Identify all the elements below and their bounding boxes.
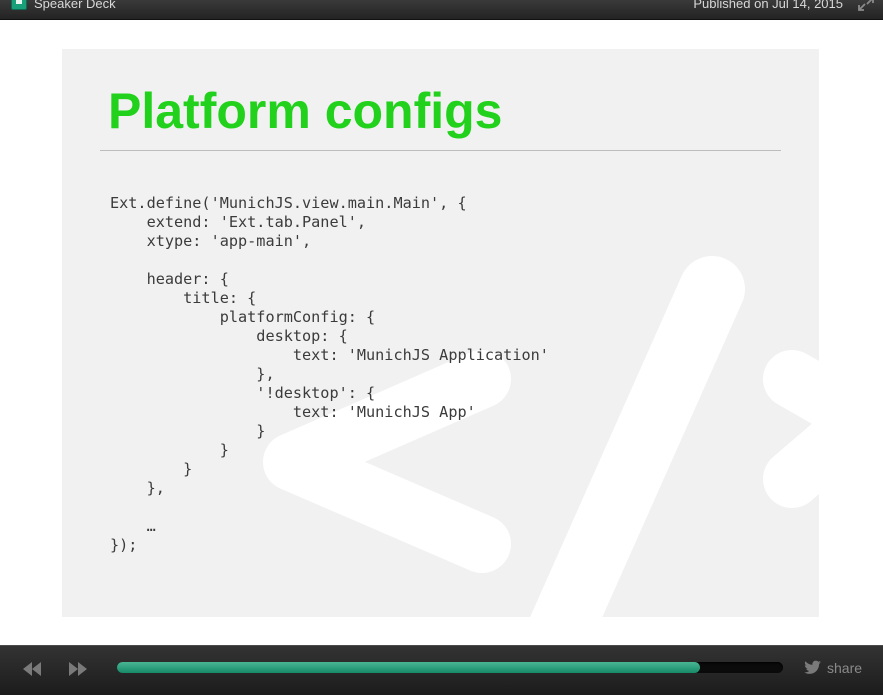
next-slide-button[interactable] <box>67 660 89 678</box>
code-line: text: 'MunichJS Application' <box>110 346 549 364</box>
code-line: }, <box>110 479 165 497</box>
code-line: }); <box>110 536 138 554</box>
fullscreen-expand-icon[interactable] <box>857 0 875 12</box>
rewind-icon <box>23 662 41 676</box>
code-line: … <box>110 517 156 535</box>
code-line: } <box>110 422 266 440</box>
code-line: }, <box>110 365 275 383</box>
slide-progress-bar[interactable] <box>117 662 783 673</box>
progress-fill <box>117 662 700 673</box>
player-controls: share <box>0 645 883 695</box>
brand-name[interactable]: Speaker Deck <box>34 0 116 12</box>
title-divider <box>100 150 781 151</box>
fast-forward-icon <box>69 662 87 676</box>
code-line: '!desktop': { <box>110 384 376 402</box>
code-line: Ext.define('MunichJS.view.main.Main', { <box>110 194 467 212</box>
code-line: } <box>110 460 193 478</box>
previous-slide-button[interactable] <box>21 660 43 678</box>
share-label: share <box>827 660 863 676</box>
code-line: } <box>110 441 229 459</box>
code-line: header: { <box>110 270 229 288</box>
published-date: Published on Jul 14, 2015 <box>693 0 843 11</box>
slide-title: Platform configs <box>108 83 503 139</box>
code-line: desktop: { <box>110 327 348 345</box>
code-block: Ext.define('MunichJS.view.main.Main', { … <box>110 194 549 555</box>
code-line: xtype: 'app-main', <box>110 232 312 250</box>
code-line: title: { <box>110 289 257 307</box>
top-bar: Speaker Deck Published on Jul 14, 2015 <box>0 0 883 20</box>
slide: Platform configs Ext.define('MunichJS.vi… <box>62 49 819 617</box>
speaker-deck-logo-icon[interactable] <box>11 0 27 10</box>
code-line: extend: 'Ext.tab.Panel', <box>110 213 367 231</box>
code-line: platformConfig: { <box>110 308 376 326</box>
code-line: text: 'MunichJS App' <box>110 403 476 421</box>
twitter-bird-icon <box>804 660 821 674</box>
